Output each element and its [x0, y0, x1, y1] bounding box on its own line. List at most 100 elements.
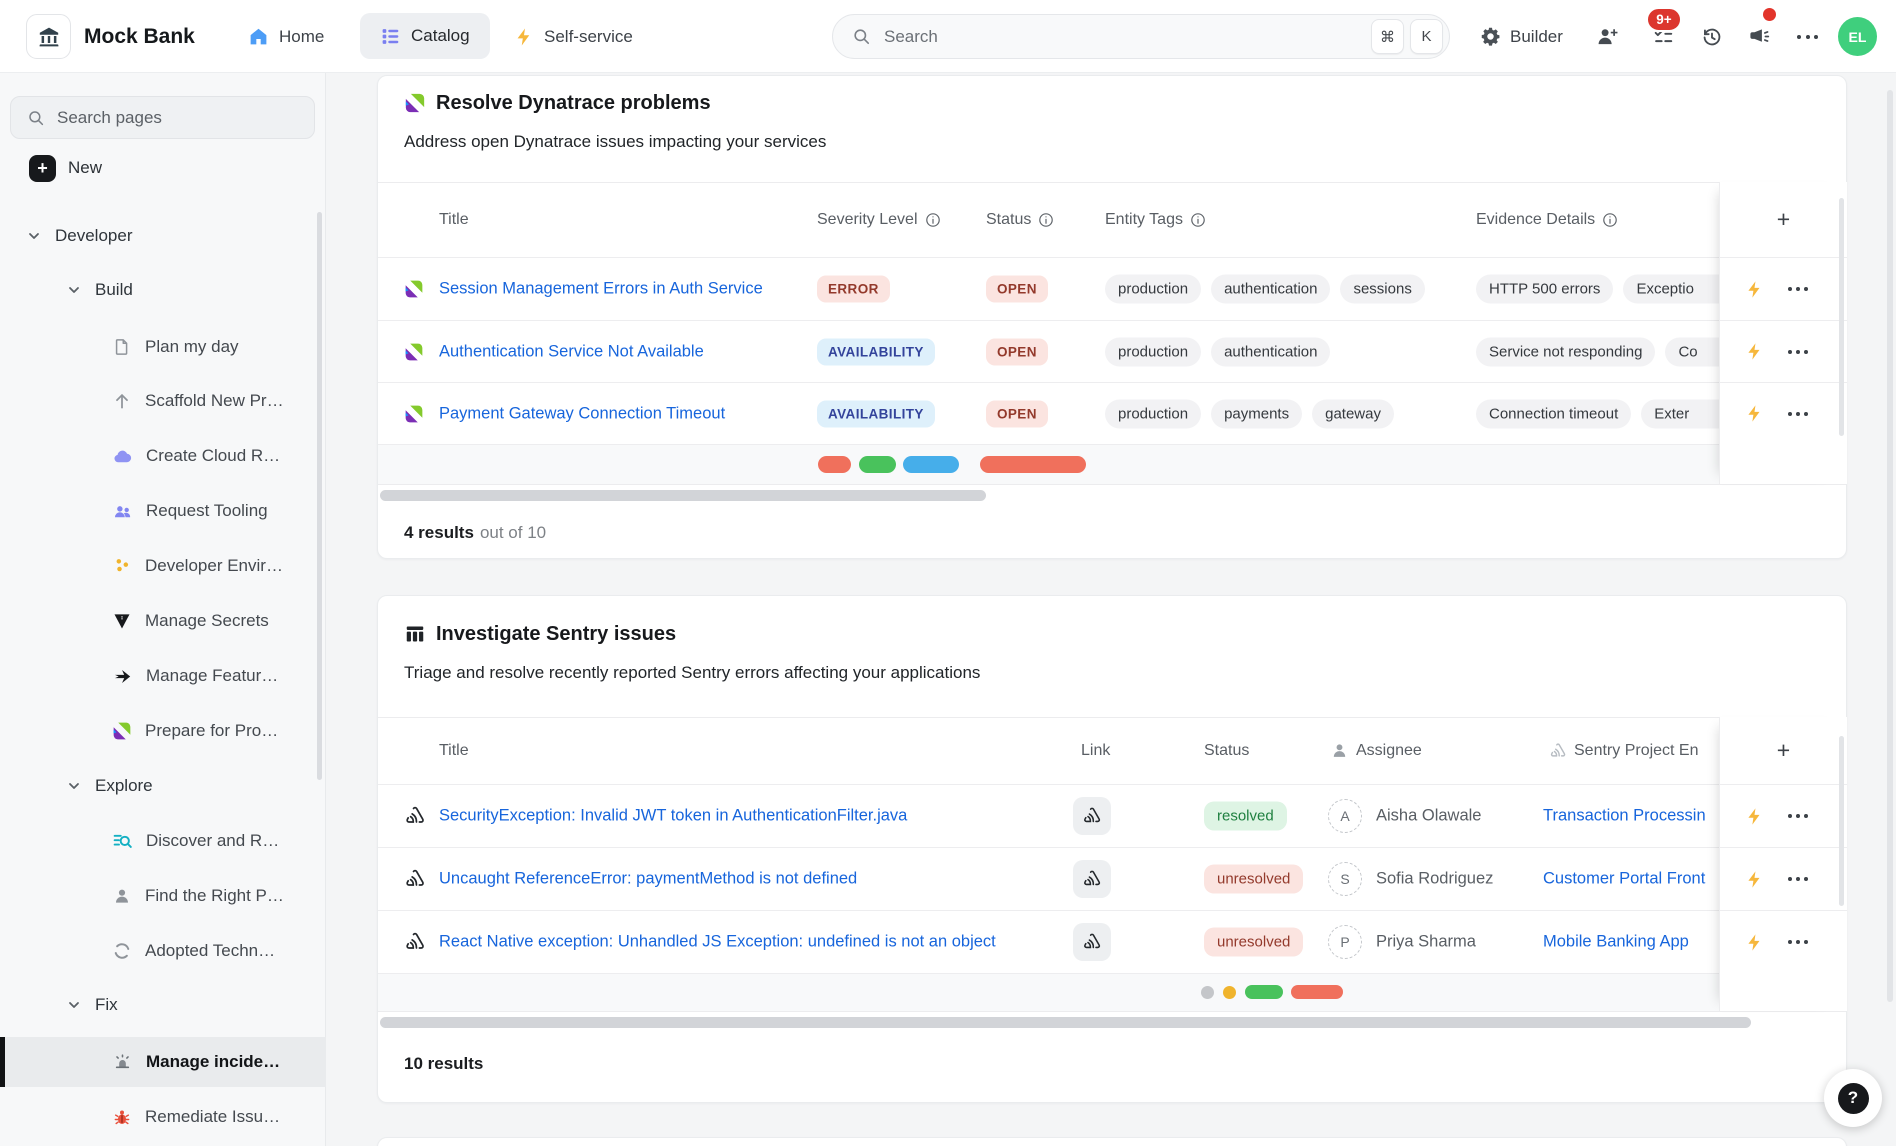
run-action-bolt-icon[interactable]	[1745, 870, 1764, 889]
global-search-input[interactable]	[884, 27, 1371, 47]
history-button[interactable]	[1701, 0, 1723, 73]
table-vertical-scrollbar[interactable]	[1839, 198, 1844, 436]
sidebar-section-fix[interactable]: Fix	[66, 985, 118, 1025]
problem-title-link[interactable]: Authentication Service Not Available	[439, 342, 704, 361]
external-link-button[interactable]	[1073, 923, 1111, 961]
sidebar-item-adopted-tech[interactable]: Adopted Techn…	[112, 931, 275, 971]
bank-logo-button[interactable]	[26, 14, 71, 59]
assignee-avatar: A	[1328, 799, 1362, 833]
column-header-evidence[interactable]: Evidence Details	[1476, 182, 1618, 257]
sidebar-scrollbar[interactable]	[317, 212, 322, 780]
row-menu-button[interactable]	[1788, 350, 1808, 354]
table-vertical-scrollbar[interactable]	[1839, 736, 1844, 906]
row-menu-button[interactable]	[1788, 877, 1808, 881]
project-link[interactable]: Customer Portal Front	[1543, 870, 1705, 888]
top-navbar: Mock Bank Home Catalog Self-service ⌘ K …	[0, 0, 1896, 73]
table-row[interactable]: Payment Gateway Connection Timeout AVAIL…	[378, 382, 1719, 444]
run-action-bolt-icon[interactable]	[1745, 404, 1764, 423]
run-action-bolt-icon[interactable]	[1745, 342, 1764, 361]
row-actions	[1720, 320, 1847, 382]
run-action-bolt-icon[interactable]	[1745, 933, 1764, 952]
column-header-status[interactable]: Status	[986, 182, 1054, 257]
column-header-entity-tags[interactable]: Entity Tags	[1105, 182, 1206, 257]
gear-icon	[1480, 26, 1501, 47]
chevron-down-icon	[66, 282, 82, 298]
info-icon[interactable]	[925, 212, 941, 228]
sidebar-new-button[interactable]: + New	[29, 148, 102, 188]
sidebar-item-prepare-production[interactable]: Prepare for Pro…	[112, 711, 278, 751]
table-row[interactable]: SecurityException: Invalid JWT token in …	[378, 784, 1719, 847]
sidebar-item-create-cloud[interactable]: Create Cloud R…	[112, 436, 280, 476]
external-link-button[interactable]	[1073, 797, 1111, 835]
help-button[interactable]: ?	[1824, 1069, 1882, 1127]
issue-title-link[interactable]: Uncaught ReferenceError: paymentMethod i…	[439, 870, 857, 889]
info-icon[interactable]	[1038, 212, 1054, 228]
tasks-count-badge: 9+	[1646, 7, 1682, 32]
column-header-assignee[interactable]: Assignee	[1330, 717, 1422, 784]
sidebar-section-explore[interactable]: Explore	[66, 766, 153, 806]
column-header-severity[interactable]: Severity Level	[817, 182, 941, 257]
catalog-icon	[380, 26, 401, 47]
table-row[interactable]: Session Management Errors in Auth Servic…	[378, 257, 1719, 320]
external-link-button[interactable]	[1073, 860, 1111, 898]
dynatrace-icon	[404, 279, 424, 299]
issue-title-link[interactable]: React Native exception: Unhandled JS Exc…	[439, 933, 996, 952]
info-icon[interactable]	[1190, 212, 1206, 228]
sidebar-item-manage-features[interactable]: Manage Featur…	[112, 656, 278, 696]
nav-home[interactable]: Home	[248, 0, 324, 73]
results-count: 4 resultsout of 10	[404, 523, 546, 543]
info-icon[interactable]	[1602, 212, 1618, 228]
user-avatar[interactable]: EL	[1838, 17, 1877, 56]
row-menu-button[interactable]	[1788, 287, 1808, 291]
nav-self-service[interactable]: Self-service	[514, 0, 633, 73]
global-search[interactable]: ⌘ K	[832, 14, 1450, 59]
sidebar-item-developer-env[interactable]: Developer Envir…	[112, 546, 283, 586]
more-menu-button[interactable]	[1797, 0, 1818, 73]
sidebar-section-developer[interactable]: Developer	[26, 216, 133, 256]
table-horizontal-scrollbar[interactable]	[380, 1017, 1751, 1028]
sidebar-section-build[interactable]: Build	[66, 270, 133, 310]
builder-button[interactable]: Builder	[1480, 0, 1563, 73]
column-header-status[interactable]: Status	[1204, 717, 1249, 784]
table-row[interactable]: Uncaught ReferenceError: paymentMethod i…	[378, 847, 1719, 910]
run-action-bolt-icon[interactable]	[1745, 807, 1764, 826]
row-menu-button[interactable]	[1788, 412, 1808, 416]
column-header-sentry-project[interactable]: Sentry Project En	[1549, 717, 1719, 784]
column-header-title[interactable]: Title	[439, 717, 469, 784]
sidebar-item-manage-secrets[interactable]: Manage Secrets	[112, 601, 269, 641]
problem-title-link[interactable]: Payment Gateway Connection Timeout	[439, 404, 725, 423]
sidebar-item-scaffold[interactable]: Scaffold New Pr…	[112, 381, 284, 421]
project-link[interactable]: Transaction Processin	[1543, 807, 1706, 825]
issue-title-link[interactable]: SecurityException: Invalid JWT token in …	[439, 807, 907, 826]
problem-title-link[interactable]: Session Management Errors in Auth Servic…	[439, 280, 763, 299]
next-widget-card	[377, 1137, 1847, 1146]
project-link[interactable]: Mobile Banking App	[1543, 933, 1689, 951]
table-horizontal-scrollbar[interactable]	[380, 490, 986, 501]
column-header-title[interactable]: Title	[439, 182, 469, 257]
status-badge: resolved	[1204, 802, 1287, 831]
nav-catalog[interactable]: Catalog	[360, 13, 490, 59]
run-action-bolt-icon[interactable]	[1745, 280, 1764, 299]
sidebar-search[interactable]	[10, 96, 315, 139]
sidebar-item-discover[interactable]: Discover and R…	[112, 821, 279, 861]
sidebar-item-request-tooling[interactable]: Request Tooling	[112, 491, 268, 531]
row-menu-button[interactable]	[1788, 814, 1808, 818]
add-column-button[interactable]: +	[1720, 182, 1847, 257]
sidebar-item-find-right[interactable]: Find the Right P…	[112, 876, 284, 916]
add-column-button[interactable]: +	[1720, 717, 1847, 784]
column-header-link[interactable]: Link	[1081, 717, 1110, 784]
table-row[interactable]: React Native exception: Unhandled JS Exc…	[378, 910, 1719, 973]
row-menu-button[interactable]	[1788, 940, 1808, 944]
table-row[interactable]: Authentication Service Not Available AVA…	[378, 320, 1719, 382]
invite-user-button[interactable]	[1596, 0, 1619, 73]
home-icon	[248, 26, 269, 47]
sidebar-item-plan-my-day[interactable]: Plan my day	[112, 327, 239, 367]
cloud-icon	[112, 446, 133, 467]
ellipsis-icon	[1797, 35, 1818, 39]
sidebar-search-input[interactable]	[57, 108, 314, 128]
widget-subtitle: Triage and resolve recently reported Sen…	[404, 663, 980, 683]
sidebar-item-remediate-issues[interactable]: Remediate Issu…	[112, 1097, 280, 1137]
page-scrollbar[interactable]	[1887, 90, 1893, 1002]
sidebar-item-manage-incidents[interactable]: Manage incide…	[112, 1042, 280, 1082]
question-mark-icon: ?	[1838, 1083, 1869, 1114]
